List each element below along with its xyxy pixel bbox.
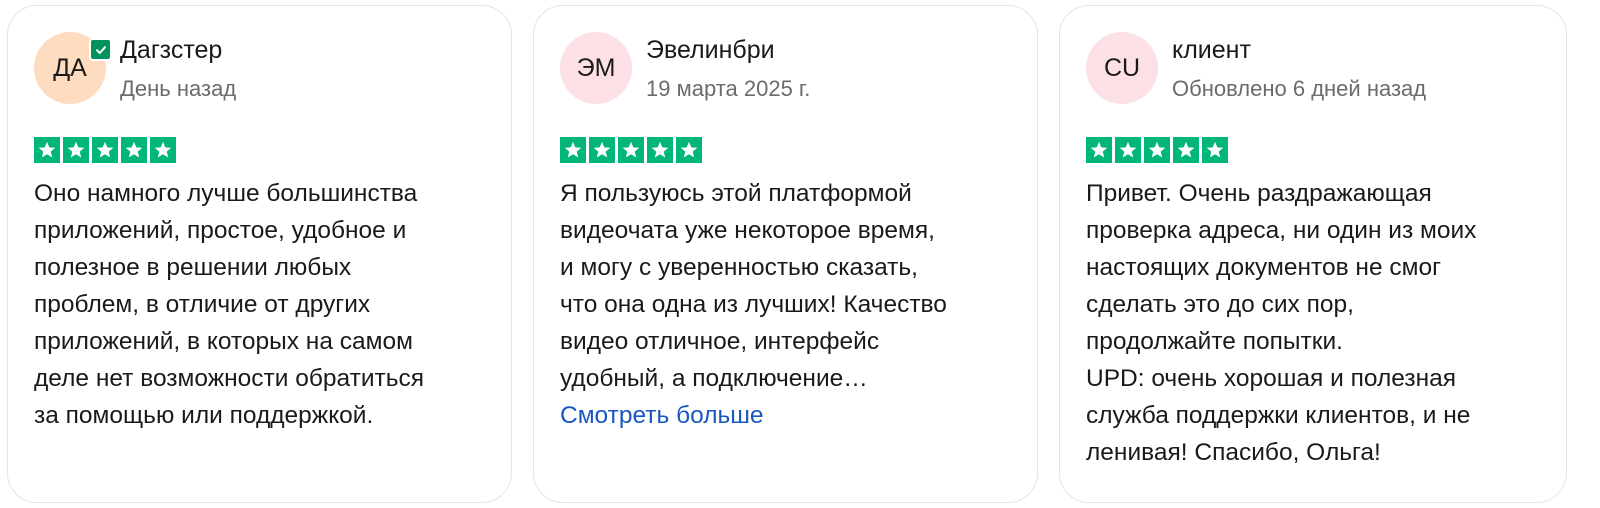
review-header: ДА Дагзстер День назад: [34, 32, 485, 114]
review-date: 19 марта 2025 г.: [646, 76, 811, 101]
avatar-initials: ДА: [53, 53, 87, 82]
star-icon: [1202, 137, 1228, 163]
review-header: CU клиент Обновлено 6 дней назад: [1086, 32, 1540, 114]
star-icon: [121, 137, 147, 163]
star-rating: [1086, 137, 1540, 163]
star-icon: [1173, 137, 1199, 163]
avatar: ДА: [34, 32, 112, 104]
star-rating: [34, 137, 485, 163]
reviewer-name[interactable]: Эвелинбри: [646, 35, 810, 65]
avatar: ЭМ: [560, 32, 632, 104]
star-icon: [1086, 137, 1112, 163]
review-header: ЭМ Эвелинбри 19 марта 2025 г.: [560, 32, 1011, 114]
star-icon: [1144, 137, 1170, 163]
star-icon: [560, 137, 586, 163]
review-card[interactable]: ЭМ Эвелинбри 19 марта 2025 г. Я пользуюс…: [533, 5, 1038, 503]
star-icon: [92, 137, 118, 163]
review-card[interactable]: ДА Дагзстер День назад Оно намного лучше…: [7, 5, 512, 503]
avatar-initials: ЭМ: [576, 53, 616, 82]
review-date: День назад: [120, 76, 237, 101]
review-card[interactable]: CU клиент Обновлено 6 дней назад Привет.…: [1059, 5, 1567, 503]
review-text: Привет. Очень раздражающая проверка адре…: [1086, 180, 1477, 466]
review-text: Я пользуюсь этой платформой видеочата уж…: [560, 180, 947, 392]
star-icon: [618, 137, 644, 163]
star-icon: [647, 137, 673, 163]
reviews-carousel: ДА Дагзстер День назад Оно намного лучше…: [0, 0, 1600, 508]
reviewer-name[interactable]: Дагзстер: [120, 35, 236, 65]
verified-check-icon: [89, 38, 112, 61]
review-date: Обновлено 6 дней назад: [1172, 76, 1427, 101]
star-icon: [150, 137, 176, 163]
avatar-initials: CU: [1103, 53, 1141, 82]
star-rating: [560, 137, 1011, 163]
star-icon: [1115, 137, 1141, 163]
reviewer-name[interactable]: клиент: [1172, 35, 1426, 65]
see-more-link[interactable]: Смотреть больше: [560, 397, 1011, 434]
star-icon: [63, 137, 89, 163]
star-icon: [34, 137, 60, 163]
star-icon: [589, 137, 615, 163]
avatar: CU: [1086, 32, 1158, 104]
star-icon: [676, 137, 702, 163]
review-text: Оно намного лучше большинства приложений…: [34, 180, 425, 429]
